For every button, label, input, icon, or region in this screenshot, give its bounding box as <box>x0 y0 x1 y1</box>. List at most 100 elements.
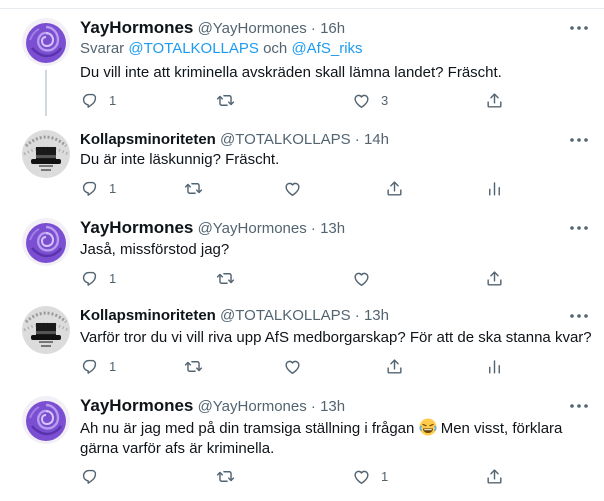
more-icon[interactable] <box>569 22 589 34</box>
separator-dot: · <box>354 307 360 324</box>
display-name[interactable]: Kollapsminoriteten <box>80 131 216 148</box>
tweet-text-line2: gärna varför afs är kriminella. <box>80 440 275 457</box>
tweet-5[interactable]: YayHormones @YayHormones · 13h Ah nu är … <box>0 396 604 496</box>
like-icon <box>352 91 371 110</box>
thread-line <box>45 70 47 116</box>
retweet-button[interactable] <box>216 466 235 486</box>
share-button[interactable] <box>485 268 504 288</box>
display-name[interactable]: YayHormones <box>80 396 193 415</box>
share-button[interactable] <box>485 466 504 486</box>
reply-icon <box>80 269 99 288</box>
rose-avatar-icon <box>22 396 70 444</box>
share-icon <box>485 269 504 288</box>
avatar[interactable] <box>22 18 70 66</box>
like-count: 1 <box>381 468 389 484</box>
timestamp[interactable]: 14h <box>364 131 389 148</box>
hat-avatar-icon <box>22 306 70 354</box>
display-name[interactable]: Kollapsminoriteten <box>80 307 216 324</box>
user-handle[interactable]: @YayHormones <box>198 20 307 37</box>
more-icon[interactable] <box>569 134 589 146</box>
avatar[interactable] <box>22 218 70 266</box>
laughing-emoji-icon <box>419 418 437 436</box>
reply-icon <box>80 357 99 376</box>
retweet-button[interactable] <box>216 268 235 288</box>
more-icon[interactable] <box>569 310 589 322</box>
retweet-button[interactable] <box>184 356 203 376</box>
tweet-text-part: Men visst, förklara <box>436 420 563 437</box>
timestamp[interactable]: 13h <box>320 398 345 415</box>
tweet-actions: 1 <box>80 356 520 376</box>
tweet-text-part: Ah nu är jag med på din tramsiga ställni… <box>80 420 415 437</box>
retweet-icon <box>216 467 235 486</box>
separator-dot: · <box>310 398 316 415</box>
share-button[interactable] <box>385 356 404 376</box>
tweet-actions: 1 3 <box>80 90 520 110</box>
reply-button[interactable]: 1 <box>80 90 116 110</box>
share-button[interactable] <box>485 90 504 110</box>
tweet-1[interactable]: YayHormones @YayHormones · 16h Svarar @T… <box>0 18 604 116</box>
avatar[interactable] <box>22 130 70 178</box>
share-button[interactable] <box>385 178 404 198</box>
user-handle[interactable]: @YayHormones <box>198 398 307 415</box>
retweet-icon <box>184 357 203 376</box>
timestamp[interactable]: 13h <box>364 307 389 324</box>
user-handle[interactable]: @YayHormones <box>198 220 307 237</box>
like-button[interactable] <box>283 356 302 376</box>
like-icon <box>283 357 302 376</box>
like-button[interactable] <box>283 178 302 198</box>
avatar[interactable] <box>22 306 70 354</box>
separator-dot: · <box>354 131 360 148</box>
mention-link[interactable]: @TOTALKOLLAPS <box>128 40 259 57</box>
reply-icon <box>80 179 99 198</box>
tweet-actions: 1 <box>80 178 520 198</box>
separator-dot: · <box>310 220 316 237</box>
share-icon <box>385 179 404 198</box>
rose-avatar-icon <box>22 18 70 66</box>
more-icon[interactable] <box>569 400 589 412</box>
reply-icon <box>80 91 99 110</box>
tweet-text: Varför tror du vi vill riva upp AfS medb… <box>80 329 592 346</box>
tweet-text: Du är inte läskunnig? Fräscht. <box>80 151 280 168</box>
like-button[interactable] <box>352 268 371 288</box>
more-icon[interactable] <box>569 222 589 234</box>
analytics-icon <box>485 179 504 198</box>
tweet-3[interactable]: YayHormones @YayHormones · 13h Jaså, mis… <box>0 218 604 298</box>
mention-link[interactable]: @AfS_riks <box>291 40 362 57</box>
tweet-text: Du vill inte att kriminella avskräden sk… <box>80 64 502 81</box>
user-handle[interactable]: @TOTALKOLLAPS <box>220 307 351 324</box>
reply-prefix: Svarar <box>80 40 125 57</box>
reply-button[interactable]: 1 <box>80 356 116 376</box>
reply-button[interactable] <box>80 466 99 486</box>
timestamp[interactable]: 16h <box>320 20 345 37</box>
retweet-button[interactable] <box>216 90 235 110</box>
like-icon <box>352 269 371 288</box>
analytics-button[interactable] <box>485 178 504 198</box>
like-icon <box>283 179 302 198</box>
reply-and: och <box>263 40 288 57</box>
reply-button[interactable]: 1 <box>80 178 116 198</box>
retweet-icon <box>216 269 235 288</box>
retweet-icon <box>184 179 203 198</box>
tweet-header: Kollapsminoriteten @TOTALKOLLAPS · 14h <box>80 130 389 150</box>
share-icon <box>385 357 404 376</box>
reply-button[interactable]: 1 <box>80 268 116 288</box>
reply-count: 1 <box>109 358 117 374</box>
display-name[interactable]: YayHormones <box>80 18 193 37</box>
tweet-4[interactable]: Kollapsminoriteten @TOTALKOLLAPS · 13h V… <box>0 306 604 386</box>
share-icon <box>485 467 504 486</box>
tweet-2[interactable]: Kollapsminoriteten @TOTALKOLLAPS · 14h D… <box>0 130 604 210</box>
reply-count: 1 <box>109 180 117 196</box>
avatar[interactable] <box>22 396 70 444</box>
user-handle[interactable]: @TOTALKOLLAPS <box>220 131 351 148</box>
like-button[interactable]: 1 <box>352 466 388 486</box>
separator-dot: · <box>310 20 316 37</box>
analytics-icon <box>485 357 504 376</box>
tweet-header: Kollapsminoriteten @TOTALKOLLAPS · 13h <box>80 306 389 326</box>
reply-count: 1 <box>109 92 117 108</box>
timestamp[interactable]: 13h <box>320 220 345 237</box>
tweet-text: Ah nu är jag med på din tramsiga ställni… <box>80 418 592 459</box>
retweet-button[interactable] <box>184 178 203 198</box>
display-name[interactable]: YayHormones <box>80 218 193 237</box>
analytics-button[interactable] <box>485 356 504 376</box>
like-button[interactable]: 3 <box>352 90 388 110</box>
